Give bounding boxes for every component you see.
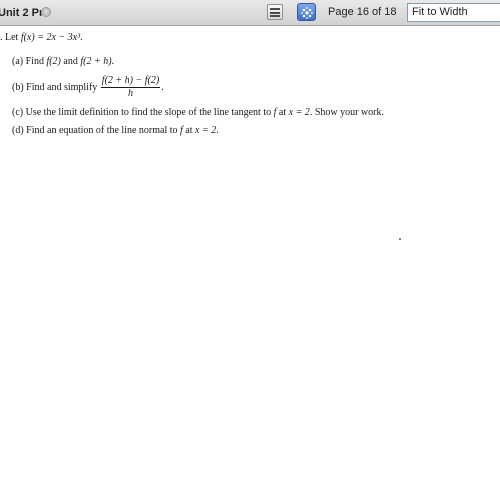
problem-part-b: (b) Find and simplify f(2 + h) − f(2) h. (12, 75, 164, 100)
part-a-text-mid: and (60, 56, 81, 67)
sidebar-toggle-icon[interactable] (267, 4, 283, 20)
problem-intro: . Let f(x) = 2x − 3x³. (0, 32, 83, 43)
problem-part-d: (d) Find an equation of the line normal … (12, 125, 219, 136)
part-b-text-post: . (161, 81, 164, 93)
toolbar: Unit 2 Pr* × Page 16 of 18 Fit to Width (0, 0, 500, 26)
difference-quotient: f(2 + h) − f(2) h (100, 75, 161, 100)
tab-close-icon[interactable]: × (41, 7, 51, 17)
part-c-text-mid: at (276, 107, 289, 118)
select-tool-icon[interactable] (297, 3, 316, 21)
part-d-text-mid: at (182, 125, 196, 136)
part-a-text: Find (25, 56, 47, 67)
difference-quotient-denominator: h (127, 88, 133, 99)
part-c-text: Use the limit definition to find the slo… (25, 107, 274, 118)
tab-close-glyph: × (43, 8, 49, 16)
part-d-math-2: x = 2 (195, 125, 217, 136)
part-a-math-2: f(2 + h) (80, 56, 112, 67)
stray-mark (399, 238, 401, 240)
pdf-viewer-window: Unit 2 Pr* × Page 16 of 18 Fit to Width … (0, 0, 500, 500)
part-d-marker: (d) (12, 125, 24, 136)
part-a-text-post: . (111, 56, 115, 67)
part-c-text-post: . Show your work. (309, 107, 384, 118)
zoom-select[interactable]: Fit to Width (407, 3, 500, 22)
zoom-select-value: Fit to Width (412, 6, 468, 18)
part-c-math-2: x = 2 (288, 107, 310, 118)
problem-intro-prefix: . Let (0, 32, 21, 43)
document-page: . Let f(x) = 2x − 3x³. (a) Find f(2) and… (0, 26, 500, 500)
page-indicator[interactable]: Page 16 of 18 (328, 6, 397, 18)
problem-part-a: (a) Find f(2) and f(2 + h). (12, 56, 114, 67)
problem-function: f(x) = 2x − 3x³ (20, 32, 81, 43)
part-d-text: Find an equation of the line normal to (26, 125, 181, 136)
problem-part-c: (c) Use the limit definition to find the… (12, 107, 384, 118)
part-b-marker: (b) (12, 81, 24, 93)
difference-quotient-numerator: f(2 + h) − f(2) (100, 75, 161, 88)
part-a-math-1: f(2) (46, 56, 61, 67)
problem-intro-suffix: . (80, 32, 83, 43)
part-c-marker: (c) (12, 107, 24, 118)
part-d-text-post: . (216, 125, 219, 136)
part-b-text: Find and simplify (26, 81, 100, 93)
part-a-marker: (a) (12, 56, 24, 67)
